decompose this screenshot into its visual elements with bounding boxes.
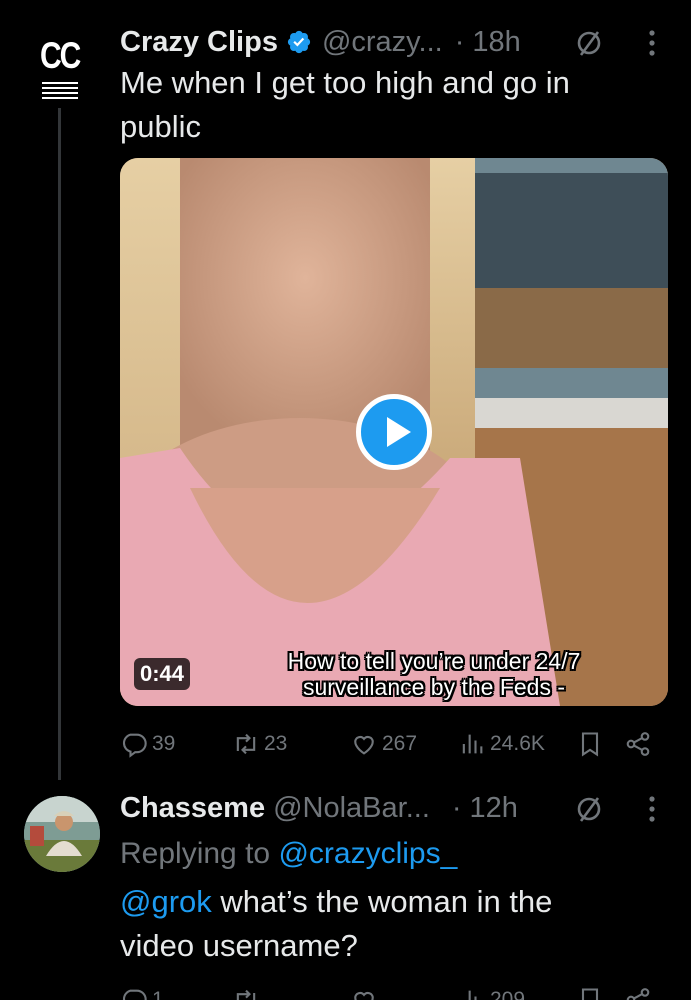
views-button[interactable]: 209 <box>458 980 525 1000</box>
reply-icon <box>122 733 147 758</box>
tweet-text: Me when I get too high and go in public <box>120 61 570 149</box>
reply-text-line: what’s the woman in the <box>220 884 553 919</box>
reply-text-line: video username? <box>120 928 358 963</box>
reply-author-avatar[interactable] <box>24 796 100 872</box>
tweet-text-line: public <box>120 109 201 144</box>
grok-icon[interactable] <box>574 28 604 58</box>
views-icon <box>462 734 483 754</box>
like-count: 267 <box>382 732 418 755</box>
mention-link[interactable]: @grok <box>120 884 212 919</box>
like-icon <box>354 735 374 755</box>
grok-icon[interactable] <box>574 794 604 824</box>
views-icon <box>462 990 477 1000</box>
views-count: 24.6K <box>490 732 545 755</box>
reply-time[interactable]: 12h <box>470 792 518 825</box>
more-icon[interactable] <box>642 28 662 58</box>
reply-count: 39 <box>152 732 176 755</box>
more-icon[interactable] <box>642 794 662 824</box>
avatar-logo-bars <box>42 82 78 102</box>
avatar-photo <box>24 796 100 872</box>
retweet-icon <box>236 733 256 755</box>
views-button[interactable]: 24.6K <box>458 724 545 764</box>
tweet-header: Crazy Clips @crazy... · 18h <box>120 22 521 62</box>
caption-line: surveillance by the Feds - <box>302 674 566 700</box>
replying-to-label: Replying to <box>120 837 271 870</box>
avatar-logo-text: CC <box>40 35 81 77</box>
retweet-icon <box>236 989 256 1000</box>
views-count: 209 <box>490 988 526 1000</box>
reply-header: Chasseme @NolaBar... · 12h <box>120 788 518 828</box>
retweet-button[interactable]: 23 <box>232 724 287 764</box>
like-button[interactable]: 267 <box>350 724 417 764</box>
play-icon <box>387 417 411 447</box>
tweet-actions: 39 23 267 24.6K <box>120 724 660 764</box>
video-caption: How to tell you’re under 24/7 surveillan… <box>204 648 664 700</box>
replying-to-handle[interactable]: @crazyclips_ <box>278 837 457 870</box>
like-icon <box>354 991 374 1000</box>
reply-author-name[interactable]: Chasseme <box>120 792 265 825</box>
share-icon <box>626 732 650 756</box>
tweet-text-line: Me when I get too high and go in <box>120 65 570 100</box>
bookmark-button[interactable] <box>576 724 604 764</box>
reply-author-handle[interactable]: @NolaBar... <box>273 792 430 825</box>
reply-count: 1 <box>152 988 164 1000</box>
share-button[interactable] <box>624 980 652 1000</box>
thread-line <box>58 108 61 780</box>
bookmark-button[interactable] <box>576 980 604 1000</box>
like-button[interactable] <box>350 980 378 1000</box>
separator-dot: · <box>451 791 462 824</box>
play-button[interactable] <box>356 394 432 470</box>
share-icon <box>626 988 650 1000</box>
reply-actions: 1 209 <box>120 980 660 1000</box>
author-name[interactable]: Crazy Clips <box>120 26 278 59</box>
reply-button[interactable]: 1 <box>120 980 164 1000</box>
tweet-time[interactable]: 18h <box>472 26 520 59</box>
author-avatar[interactable]: CC <box>40 35 82 99</box>
author-handle[interactable]: @crazy... <box>322 26 443 59</box>
retweet-button[interactable] <box>232 980 260 1000</box>
reply-text: @grok what’s the woman in the video user… <box>120 880 552 968</box>
video-duration: 0:44 <box>134 658 191 690</box>
separator-dot: · <box>454 25 465 58</box>
reply-button[interactable]: 39 <box>120 724 175 764</box>
share-button[interactable] <box>624 724 652 764</box>
verified-badge-icon <box>287 30 311 54</box>
tweet-video[interactable]: 0:44 How to tell you’re under 24/7 surve… <box>120 158 668 706</box>
caption-line: How to tell you’re under 24/7 <box>287 648 581 674</box>
bookmark-icon <box>581 732 599 757</box>
retweet-count: 23 <box>264 732 288 755</box>
bookmark-icon <box>581 988 599 1000</box>
reply-icon <box>122 989 147 1000</box>
replying-to: Replying to @crazyclips_ <box>120 832 457 876</box>
